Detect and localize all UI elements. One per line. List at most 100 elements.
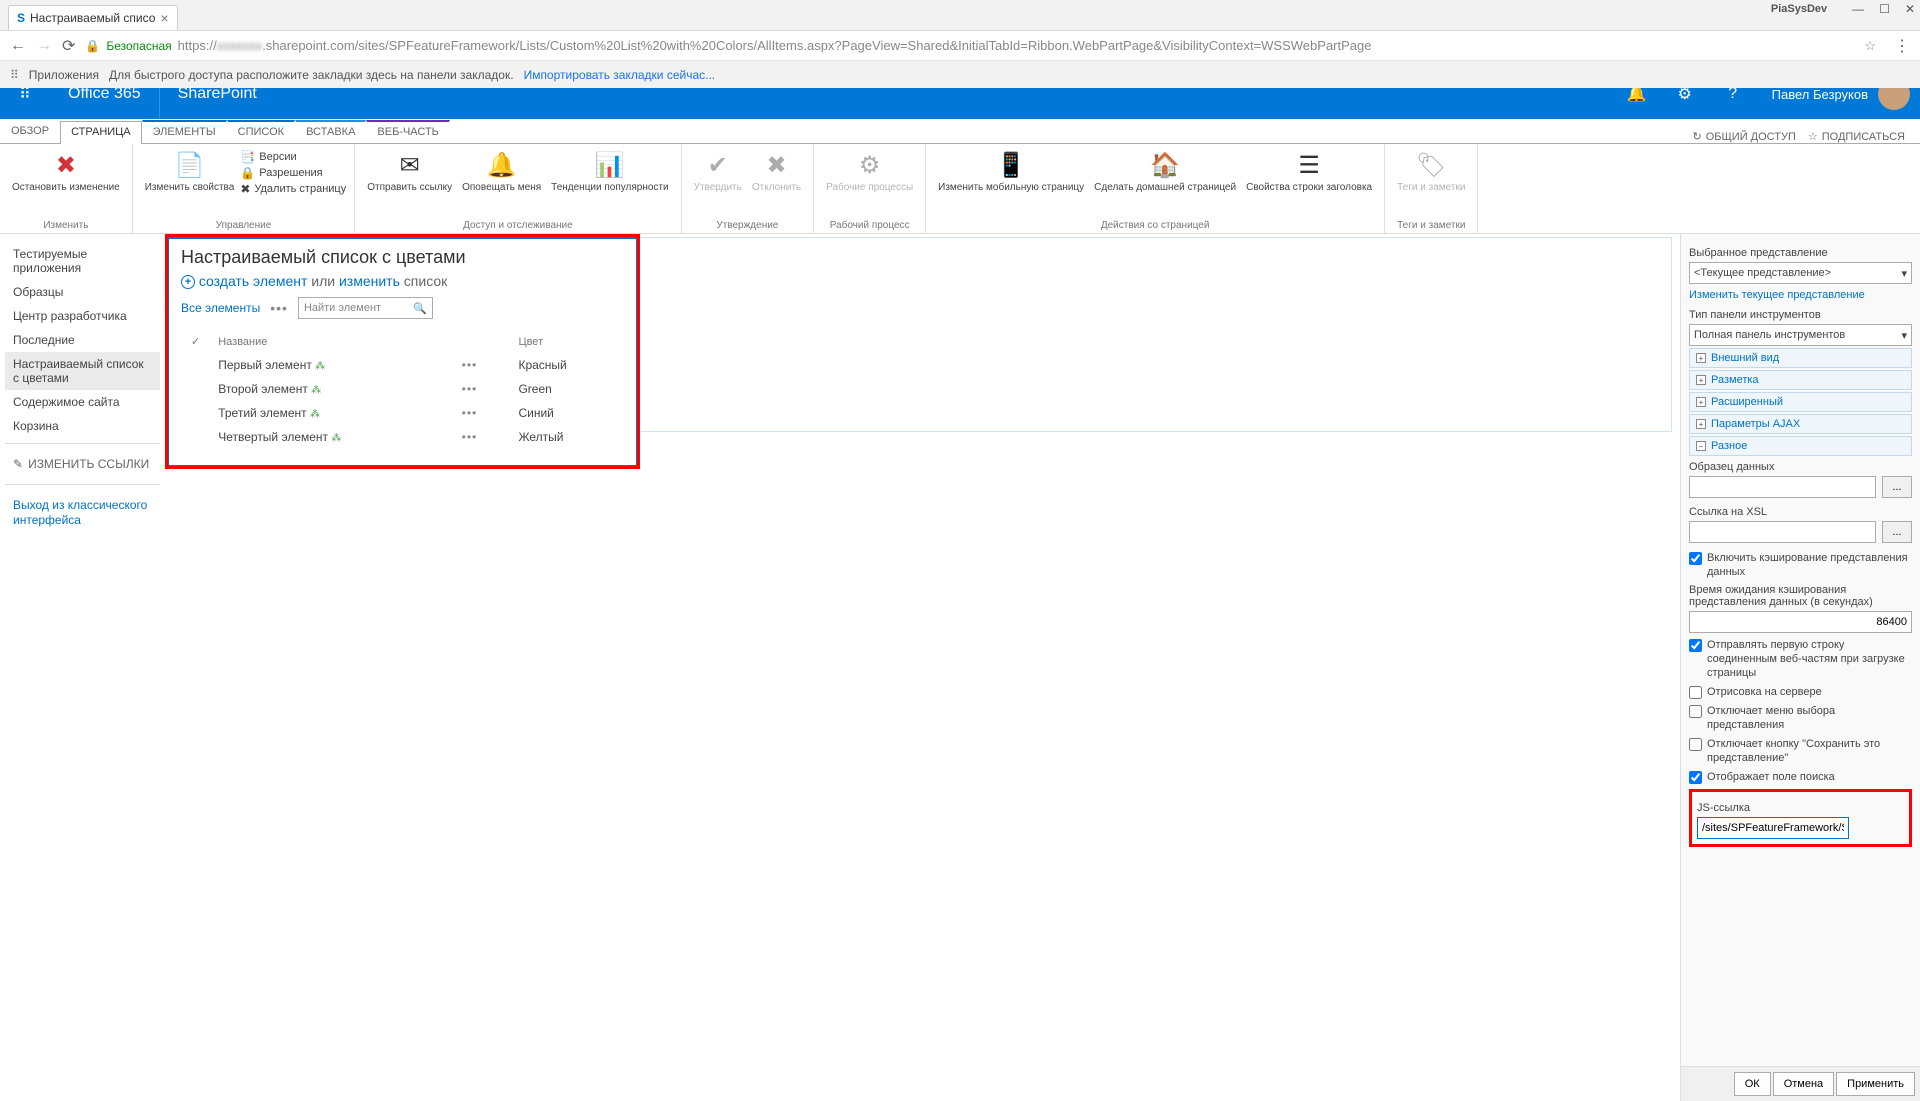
item-menu-icon[interactable]: •••	[462, 358, 478, 372]
tab-elements[interactable]: ЭЛЕМЕНТЫ	[142, 120, 227, 143]
forward-icon[interactable]: →	[36, 37, 52, 55]
chevron-down-icon: ▾	[1901, 267, 1907, 280]
selected-view-dropdown[interactable]: <Текущее представление>▾	[1689, 262, 1912, 284]
section-ajax[interactable]: Параметры AJAX	[1689, 414, 1912, 434]
xsl-link-input[interactable]	[1689, 521, 1876, 543]
stop-editing-button[interactable]: ✖Остановить изменение	[8, 148, 124, 218]
versions-button[interactable]: 📑Версии	[240, 150, 346, 164]
sample-data-input[interactable]	[1689, 476, 1876, 498]
send-link-button[interactable]: ✉Отправить ссылку	[363, 148, 456, 218]
section-layout[interactable]: Разметка	[1689, 370, 1912, 390]
jslink-input[interactable]	[1697, 817, 1849, 839]
show-search-label: Отображает поле поиска	[1707, 770, 1835, 784]
import-bookmarks-link[interactable]: Импортировать закладки сейчас...	[524, 68, 716, 82]
apply-button[interactable]: Применить	[1836, 1072, 1915, 1096]
user-name[interactable]: Павел Безруков	[1757, 87, 1878, 102]
col-check[interactable]: ✓	[183, 331, 208, 352]
approve-button[interactable]: ✔Утвердить	[690, 148, 746, 218]
title-bar-props-button[interactable]: ☰Свойства строки заголовка	[1242, 148, 1376, 218]
tab-insert[interactable]: ВСТАВКА	[295, 120, 366, 143]
back-icon[interactable]: ←	[10, 37, 26, 55]
minimize-icon[interactable]: —	[1852, 2, 1864, 16]
search-icon[interactable]: 🔍	[413, 302, 427, 315]
tab-page[interactable]: СТРАНИЦА	[60, 121, 142, 144]
webpart-actions: + создать элемент или изменить список	[181, 273, 624, 289]
table-row[interactable]: Первый элемент ⁂ ••• Красный	[183, 354, 622, 376]
nav-custom-list[interactable]: Настраиваемый список с цветами	[5, 352, 160, 390]
item-menu-icon[interactable]: •••	[462, 430, 478, 444]
enable-cache-checkbox[interactable]	[1689, 552, 1702, 565]
table-row[interactable]: Второй элемент ⁂ ••• Green	[183, 378, 622, 400]
apps-label[interactable]: Приложения	[29, 68, 99, 82]
bookmarks-bar: ⠿ Приложения Для быстрого доступа распол…	[0, 60, 1920, 88]
edit-links-button[interactable]: ✎ИЗМЕНИТЬ ССЫЛКИ	[5, 449, 160, 479]
ok-button[interactable]: ОК	[1734, 1072, 1771, 1096]
tags-notes-button[interactable]: 🏷Теги и заметки	[1393, 148, 1469, 218]
cancel-button[interactable]: Отмена	[1773, 1072, 1834, 1096]
make-homepage-button[interactable]: 🏠Сделать домашней страницей	[1090, 148, 1240, 218]
section-advanced[interactable]: Расширенный	[1689, 392, 1912, 412]
disable-save-view-checkbox[interactable]	[1689, 738, 1702, 751]
col-title[interactable]: Название	[210, 331, 451, 352]
close-window-icon[interactable]: ✕	[1905, 2, 1915, 16]
apps-icon[interactable]: ⠿	[10, 68, 19, 82]
col-color[interactable]: Цвет	[510, 331, 622, 352]
close-icon[interactable]: ×	[160, 10, 168, 26]
section-misc[interactable]: Разное	[1689, 436, 1912, 456]
tab-overview[interactable]: ОБЗОР	[0, 120, 60, 143]
workflows-button[interactable]: ⚙Рабочие процессы	[822, 148, 917, 218]
popularity-trends-button[interactable]: 📊Тенденции популярности	[547, 148, 672, 218]
new-indicator-icon: ⁂	[311, 385, 321, 396]
webpart-title: Настраиваемый список с цветами	[181, 247, 624, 268]
item-menu-icon[interactable]: •••	[462, 406, 478, 420]
send-first-row-checkbox[interactable]	[1689, 639, 1702, 652]
table-row[interactable]: Четвертый элемент ⁂ ••• Желтый	[183, 426, 622, 448]
browse-button[interactable]: ...	[1882, 476, 1912, 498]
alert-me-button[interactable]: 🔔Оповещать меня	[458, 148, 545, 218]
item-menu-icon[interactable]: •••	[462, 382, 478, 396]
tab-list[interactable]: СПИСОК	[227, 120, 295, 143]
edit-current-view-link[interactable]: Изменить текущее представление	[1689, 289, 1912, 301]
browse-button[interactable]: ...	[1882, 521, 1912, 543]
nav-recent[interactable]: Последние	[5, 328, 160, 352]
cache-timeout-input[interactable]	[1689, 611, 1912, 633]
share-button[interactable]: ↻ ОБЩИЙ ДОСТУП	[1693, 130, 1796, 143]
view-menu-icon[interactable]: •••	[270, 300, 288, 316]
nav-site-contents[interactable]: Содержимое сайта	[5, 390, 160, 414]
toolbar-type-dropdown[interactable]: Полная панель инструментов▾	[1689, 324, 1912, 346]
create-item-link[interactable]: создать элемент	[199, 273, 308, 289]
reload-icon[interactable]: ⟳	[62, 36, 75, 56]
maximize-icon[interactable]: ☐	[1879, 2, 1890, 16]
plus-icon[interactable]: +	[181, 275, 195, 289]
edit-mobile-page-button[interactable]: 📱Изменить мобильную страницу	[934, 148, 1088, 218]
show-search-checkbox[interactable]	[1689, 771, 1702, 784]
table-row[interactable]: Третий элемент ⁂ ••• Синий	[183, 402, 622, 424]
delete-page-button[interactable]: ✖Удалить страницу	[240, 182, 346, 196]
nav-dev-center[interactable]: Центр разработчика	[5, 304, 160, 328]
bookmark-star-icon[interactable]: ☆	[1864, 38, 1876, 54]
menu-icon[interactable]: ⋮	[1894, 36, 1910, 56]
reject-button[interactable]: ✖Отклонить	[748, 148, 805, 218]
edit-list-link[interactable]: изменить	[339, 273, 400, 289]
disable-view-menu-checkbox[interactable]	[1689, 705, 1702, 718]
ribbon-body: ✖Остановить изменение Изменить 📄Изменить…	[0, 144, 1920, 234]
ribbon-group-label: Доступ и отслеживание	[363, 218, 672, 233]
edit-properties-button[interactable]: 📄Изменить свойства	[141, 148, 239, 218]
nav-recycle-bin[interactable]: Корзина	[5, 414, 160, 438]
nav-test-apps[interactable]: Тестируемые приложения	[5, 242, 160, 280]
nav-samples[interactable]: Образцы	[5, 280, 160, 304]
url-field[interactable]: 🔒 Безопасная https://xxxxxxx.sharepoint.…	[85, 38, 1854, 53]
permissions-button[interactable]: 🔒Разрешения	[240, 166, 346, 180]
section-appearance[interactable]: Внешний вид	[1689, 348, 1912, 368]
tab-bar: S Настраиваемый списо ×	[0, 0, 1920, 30]
list-webpart[interactable]: Настраиваемый список с цветами + создать…	[168, 237, 637, 466]
view-all-items[interactable]: Все элементы	[181, 301, 260, 315]
server-render-checkbox[interactable]	[1689, 686, 1702, 699]
ribbon-group-label: Управление	[141, 218, 347, 233]
follow-button[interactable]: ☆ ПОДПИСАТЬСЯ	[1808, 130, 1905, 143]
exit-classic-link[interactable]: Выход из классического интерфейса	[5, 490, 160, 536]
browser-tab[interactable]: S Настраиваемый списо ×	[8, 5, 178, 30]
send-first-row-label: Отправлять первую строку соединенным веб…	[1707, 638, 1912, 680]
search-box[interactable]: Найти элемент 🔍	[298, 297, 433, 319]
tab-webpart[interactable]: ВЕБ-ЧАСТЬ	[366, 120, 450, 143]
